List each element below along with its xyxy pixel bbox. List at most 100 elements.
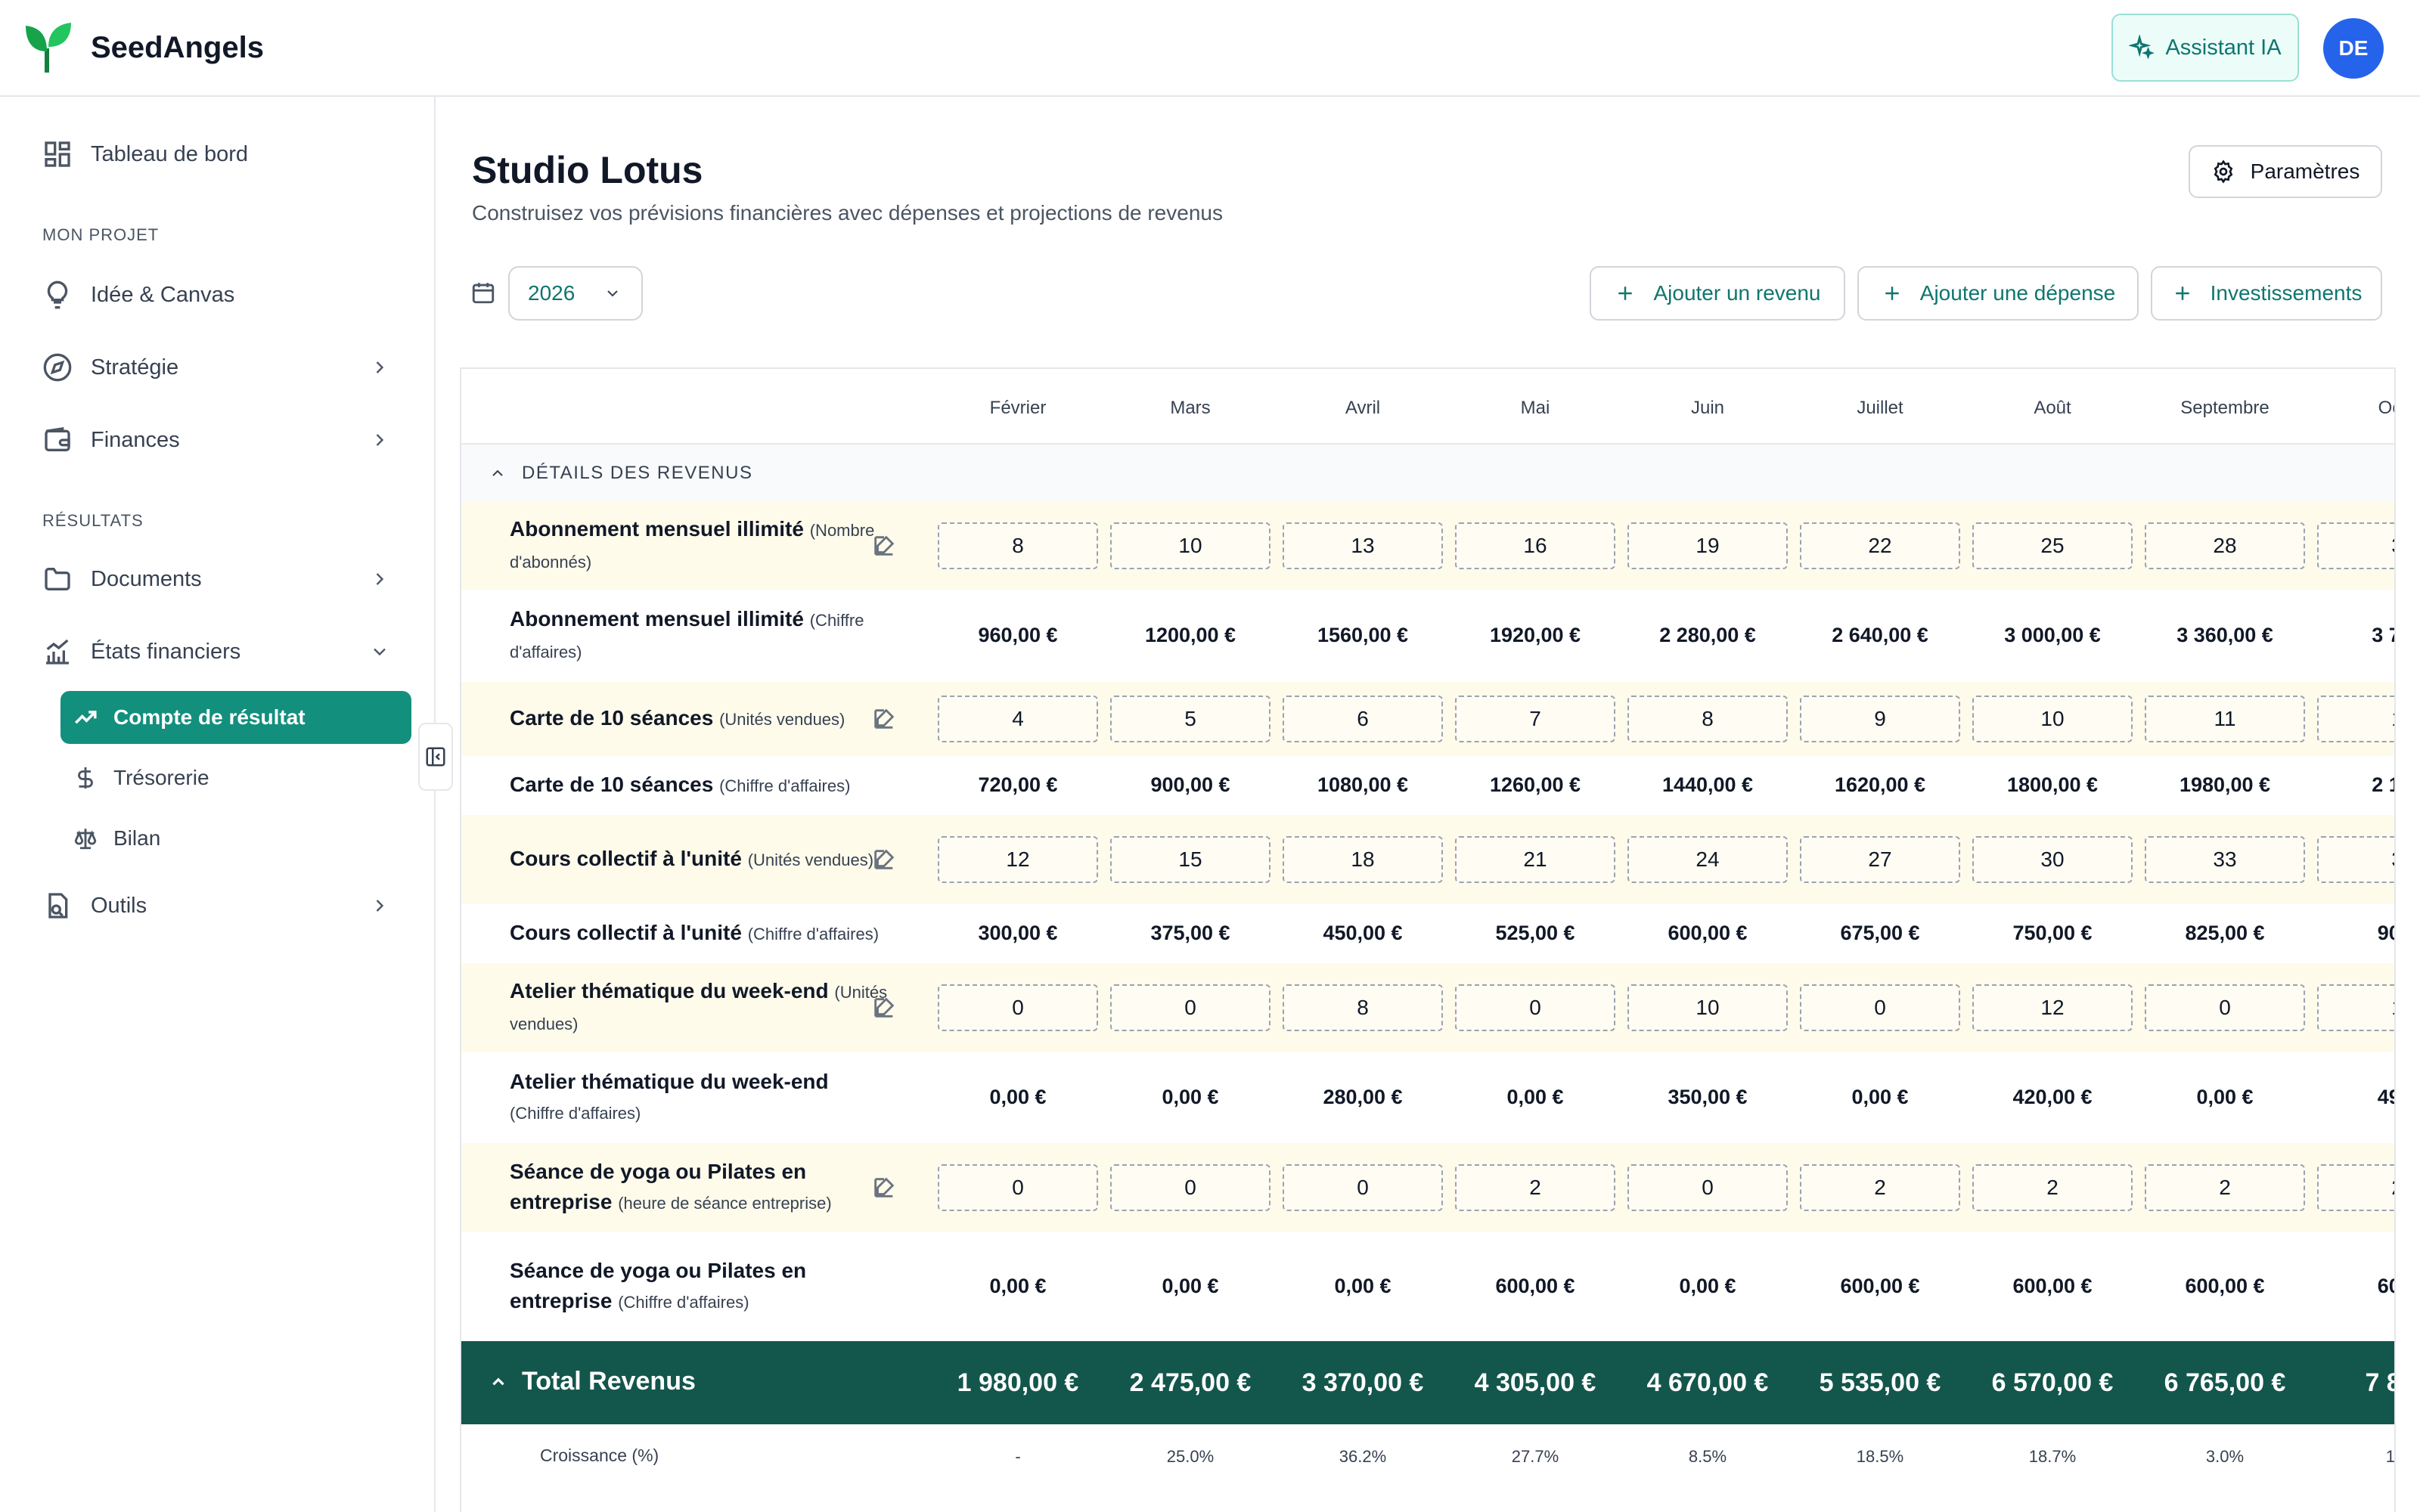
value-cell: 1560,00 € bbox=[1317, 624, 1409, 646]
value-input[interactable]: 7 bbox=[1455, 696, 1615, 742]
value-input[interactable]: 10 bbox=[1972, 696, 2133, 742]
value-input[interactable]: 1 bbox=[2317, 984, 2394, 1031]
edit-icon[interactable] bbox=[871, 706, 897, 732]
sidebar-item-finances[interactable]: Finances bbox=[42, 417, 390, 463]
value-cell: 420,00 € bbox=[2012, 1086, 2093, 1108]
value-input[interactable]: 5 bbox=[1110, 696, 1270, 742]
add-revenue-button[interactable]: Ajouter un revenu bbox=[1590, 266, 1845, 321]
total-revenue-toggle[interactable]: Total Revenus bbox=[489, 1367, 696, 1396]
value-input[interactable]: 10 bbox=[1627, 984, 1788, 1031]
user-avatar[interactable]: DE bbox=[2323, 18, 2384, 79]
value-input[interactable]: 21 bbox=[1455, 836, 1615, 883]
add-expense-button[interactable]: Ajouter une dépense bbox=[1857, 266, 2139, 321]
value-input[interactable]: 18 bbox=[1283, 836, 1443, 883]
value-cell: 600,00 € bbox=[2012, 1275, 2093, 1297]
value-input[interactable]: 27 bbox=[1800, 836, 1960, 883]
chevron-up-icon bbox=[492, 469, 503, 476]
value-input[interactable]: 9 bbox=[1800, 696, 1960, 742]
chevron-down-icon bbox=[607, 290, 618, 297]
year-select[interactable]: 2026 bbox=[508, 266, 643, 321]
assistant-ia-button[interactable]: Assistant IA bbox=[2111, 14, 2299, 82]
value-input[interactable]: 19 bbox=[1627, 522, 1788, 569]
value-input[interactable]: 11 bbox=[2145, 696, 2305, 742]
value-input[interactable]: 13 bbox=[1283, 522, 1443, 569]
panel-collapse-icon bbox=[426, 747, 445, 767]
value-input[interactable]: 0 bbox=[1627, 1164, 1788, 1211]
input-row: Séance de yoga ou Pilates en entreprise … bbox=[461, 1143, 2394, 1232]
value-input[interactable]: 2 bbox=[1800, 1164, 1960, 1211]
sidebar-item-strategy[interactable]: Stratégie bbox=[42, 345, 390, 390]
sidebar-item-tools[interactable]: Outils bbox=[42, 883, 390, 928]
sidebar-item-treasury[interactable]: Trésorerie bbox=[60, 751, 411, 804]
edit-icon[interactable] bbox=[871, 533, 897, 559]
investments-label: Investissements bbox=[2210, 281, 2363, 305]
value-input[interactable]: 0 bbox=[1110, 1164, 1270, 1211]
value-input[interactable]: 8 bbox=[938, 522, 1098, 569]
row-name: Carte de 10 séances bbox=[510, 773, 714, 796]
row-label: Carte de 10 séances (Chiffre d'affaires) bbox=[510, 770, 888, 801]
value-input[interactable]: 2 bbox=[2317, 1164, 2394, 1211]
value-input[interactable]: 33 bbox=[2145, 836, 2305, 883]
row-name: Atelier thématique du week-end bbox=[510, 1070, 829, 1093]
value-input[interactable]: 0 bbox=[1110, 984, 1270, 1031]
value-input[interactable]: 2 bbox=[1972, 1164, 2133, 1211]
growth-value: 25.0% bbox=[1166, 1447, 1215, 1466]
value-input[interactable]: 0 bbox=[1455, 984, 1615, 1031]
top-bar: SeedAngels Assistant IA DE bbox=[0, 0, 2420, 97]
value-input[interactable]: 28 bbox=[2145, 522, 2305, 569]
sidebar-item-financial-statements[interactable]: États financiers bbox=[42, 629, 390, 674]
brand[interactable]: SeedAngels bbox=[24, 21, 264, 74]
value-input[interactable]: 22 bbox=[1800, 522, 1960, 569]
settings-button[interactable]: Paramètres bbox=[2189, 145, 2382, 198]
value-input[interactable]: 2 bbox=[1455, 1164, 1615, 1211]
value-input[interactable]: 1 bbox=[2317, 696, 2394, 742]
value-input[interactable]: 3 bbox=[2317, 836, 2394, 883]
value-input[interactable]: 0 bbox=[1800, 984, 1960, 1031]
value-cell: 600,00 € bbox=[1495, 1275, 1575, 1297]
growth-value: - bbox=[1015, 1447, 1021, 1466]
month-header: Mai bbox=[1520, 398, 1550, 418]
value-input[interactable]: 0 bbox=[2145, 984, 2305, 1031]
edit-icon[interactable] bbox=[871, 995, 897, 1021]
value-input[interactable]: 4 bbox=[938, 696, 1098, 742]
sidebar-item-dashboard[interactable]: Tableau de bord bbox=[42, 132, 390, 177]
sidebar-item-balance[interactable]: Bilan bbox=[60, 812, 411, 865]
value-input[interactable]: 6 bbox=[1283, 696, 1443, 742]
edit-icon[interactable] bbox=[871, 1175, 897, 1201]
value-input[interactable]: 8 bbox=[1283, 984, 1443, 1031]
value-input[interactable]: 0 bbox=[938, 1164, 1098, 1211]
value-input[interactable]: 30 bbox=[1972, 836, 2133, 883]
value-input[interactable]: 24 bbox=[1627, 836, 1788, 883]
value-input[interactable]: 15 bbox=[1110, 836, 1270, 883]
value-input[interactable]: 3 bbox=[2317, 522, 2394, 569]
value-input[interactable]: 12 bbox=[1972, 984, 2133, 1031]
value-input[interactable]: 0 bbox=[938, 984, 1098, 1031]
revenue-table: Février Mars Avril Mai Juin Juillet Août Septem… bbox=[460, 367, 2396, 1512]
row-unit: (Chiffre d'affaires) bbox=[510, 1104, 641, 1123]
row-label: Cours collectif à l'unité (Unités vendue… bbox=[510, 844, 888, 875]
value-row: Cours collectif à l'unité (Chiffre d'aff… bbox=[461, 904, 2394, 963]
value-input[interactable]: 25 bbox=[1972, 522, 2133, 569]
sidebar-collapse-button[interactable] bbox=[418, 723, 453, 791]
edit-icon[interactable] bbox=[871, 847, 897, 872]
month-header: Juin bbox=[1690, 398, 1725, 418]
total-value: 5 535,00 € bbox=[1819, 1368, 1941, 1397]
value-input[interactable]: 12 bbox=[938, 836, 1098, 883]
sidebar-item-documents[interactable]: Documents bbox=[42, 556, 390, 602]
month-header: Juillet bbox=[1857, 398, 1903, 418]
value-input[interactable]: 0 bbox=[1283, 1164, 1443, 1211]
value-input[interactable]: 2 bbox=[2145, 1164, 2305, 1211]
value-input[interactable]: 10 bbox=[1110, 522, 1270, 569]
input-row: Cours collectif à l'unité (Unités vendue… bbox=[461, 815, 2394, 904]
value-input[interactable]: 16 bbox=[1455, 522, 1615, 569]
value-input[interactable]: 8 bbox=[1627, 696, 1788, 742]
investments-button[interactable]: Investissements bbox=[2151, 266, 2382, 321]
month-header: Mars bbox=[1170, 398, 1211, 418]
sidebar-item-idea[interactable]: Idée & Canvas bbox=[42, 272, 390, 318]
row-name: Cours collectif à l'unité bbox=[510, 847, 742, 870]
plus-icon bbox=[1885, 287, 1899, 300]
value-cell: 0,00 € bbox=[1162, 1086, 1219, 1108]
revenue-details-toggle[interactable]: DÉTAILS DES REVENUS bbox=[461, 445, 2394, 502]
sidebar-item-income-statement[interactable]: Compte de résultat bbox=[60, 691, 411, 744]
value-cell: 3 000,00 € bbox=[2004, 624, 2101, 646]
